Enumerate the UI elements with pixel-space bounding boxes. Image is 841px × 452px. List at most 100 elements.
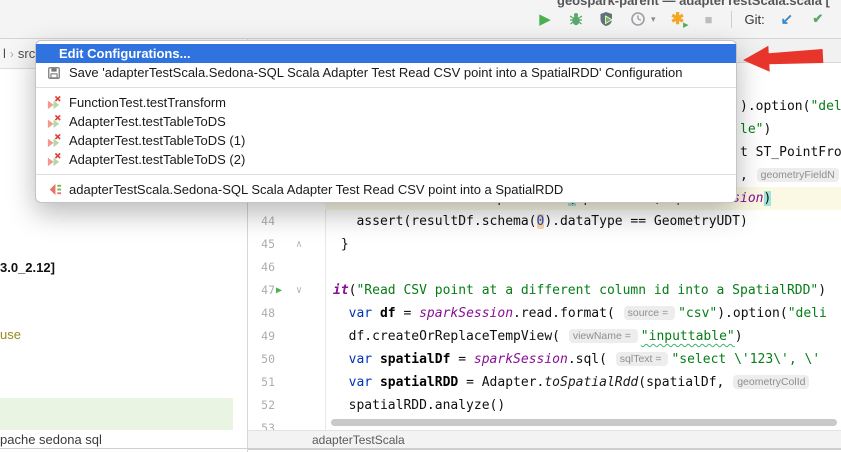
code-text: df.createOrReplaceTempView( viewName = "… [333,325,743,349]
editor-line[interactable]: 44assert(resultDf.schema(0).dataType == … [249,210,841,233]
editor-line[interactable]: 51 var spatialRDD = Adapter.toSpatialRdd(… [249,371,841,394]
editor-line[interactable]: 49 df.createOrReplaceTempView( viewName =… [249,325,841,348]
editor-line[interactable]: 47▶ ∨ it("Read CSV point at a different co… [249,279,841,302]
token-hint: source = [624,306,675,320]
debug-button[interactable] [567,10,585,28]
token-bold: spatialRDD [380,375,458,390]
clipped-code-fragment: t ST_PointFro [740,141,841,164]
menu-item[interactable]: Edit Configurations... [36,44,736,63]
token-plain: ).option( [717,306,787,321]
profiler-button[interactable] [629,10,647,28]
token-plain: .sql( [568,352,615,367]
token-plain: spatialRDD.analyze() [349,398,506,413]
fold-marker-icon[interactable]: ∨ [296,279,302,302]
run-test-gutter-icon[interactable]: ▶ [276,279,282,302]
menu-item[interactable]: AdapterTest.testTableToDS (2) [36,150,736,169]
code-text: } [333,233,349,256]
test-failed-icon [46,152,62,168]
menu-item[interactable]: AdapterTest.testTableToDS (1) [36,131,736,150]
clipped-code-fragment: le") [740,118,771,141]
token-brace: ) [764,191,772,206]
code-text: it("Read CSV point at a different column… [333,279,826,302]
horizontal-scrollbar[interactable] [331,419,837,426]
small-play-icon: ▶ [683,21,688,29]
package-name-fragment: pache sedona sql [0,432,102,447]
code-text: var df = sparkSession.read.format( sourc… [333,302,827,326]
project-version-fragment: 3.0_2.12] [0,260,55,275]
stop-button[interactable]: ■ [700,10,718,28]
clipped-code-fragment: , geometryFieldN [740,164,841,187]
token-strwavy: "inputtable" [641,329,735,344]
editor-line[interactable]: 48var df = sparkSession.read.format( sou… [249,302,841,325]
coverage-button[interactable] [598,10,616,28]
token-bold: spatialDf [380,352,450,367]
token-str: "select \'123\', \' [671,352,820,367]
menu-item[interactable]: FunctionTest.testTransform [36,93,736,112]
line-number: 46 [253,256,275,279]
ide-window: geospark-parent — adapterTestScala.scala… [0,0,841,452]
chevron-right-icon: › [6,47,18,61]
breadcrumb-part: src [18,46,35,61]
editor-line[interactable]: 46 [249,256,841,279]
menu-item[interactable]: adapterTestScala.Sedona-SQL Scala Adapte… [36,180,736,199]
editor-breadcrumb[interactable]: adapterTestScala [248,430,841,450]
profiler-clock-icon [630,11,646,27]
line-number: 49 [253,325,275,348]
toolbar-divider [731,11,732,28]
git-update-button[interactable]: ↙ [778,10,796,28]
token-method: toSpatialRdd [544,375,638,390]
test-failed-icon [46,133,62,149]
token-bold: df [380,306,396,321]
token-plain: , [740,168,756,183]
line-number: 45 [253,233,275,256]
token-kw: var [349,352,380,367]
token-plain: } [341,237,349,252]
editor-line[interactable]: 45 ∧} [249,233,841,256]
scalatest-icon [46,182,62,198]
token-plain: ) [735,329,743,344]
editor-line[interactable]: 52 spatialRDD.analyze() [249,394,841,417]
token-plain: ) [818,283,826,298]
token-hint: viewName = [569,329,638,343]
save-icon [46,65,62,81]
token-hint: sqlText = [616,352,669,366]
menu-item-label: AdapterTest.testTableToDS (1) [69,133,245,148]
line-number: 50 [253,348,275,371]
token-plain: = Adapter. [458,375,544,390]
profiler-dropdown-caret-icon[interactable]: ▾ [651,14,656,25]
token-plain: ).option( [740,99,810,114]
status-bar-divider [0,448,841,449]
menu-item[interactable]: AdapterTest.testTableToDS [36,112,736,131]
token-str: le" [740,122,763,137]
menu-item-label: FunctionTest.testTransform [69,95,226,110]
token-kw: var [349,306,380,321]
token-hint: geometryColId [733,375,809,389]
highlighted-block [0,398,233,430]
token-it: it [333,283,349,298]
token-plain: = [450,352,473,367]
token-kw: var [349,375,380,390]
coverage-shield-icon [599,11,615,27]
token-str: "deli [810,99,841,114]
annotation-arrow [738,38,830,79]
git-label: Git: [745,12,765,27]
token-field: sparkSession [474,352,568,367]
run-with-profiler-button[interactable]: ✱ ▶ [669,10,687,28]
run-button[interactable]: ▶ [536,10,554,28]
git-commit-button[interactable]: ✔ [809,10,827,28]
menu-item-label: Save 'adapterTestScala.Sedona-SQL Scala … [69,65,682,80]
fold-marker-icon[interactable]: ∧ [296,233,302,256]
line-number: 51 [253,371,275,394]
toolbar-buttons: ▶ ▾ ✱ [536,7,841,31]
line-number: 52 [253,394,275,417]
menu-item[interactable]: Save 'adapterTestScala.Sedona-SQL Scala … [36,63,736,82]
code-text: var spatialRDD = Adapter.toSpatialRdd(sp… [333,371,812,395]
text-fragment-use: use [0,327,21,342]
editor-line[interactable]: 50 var spatialDf = sparkSession.sql( sqlT… [249,348,841,371]
line-number: 47 [253,279,275,302]
token-plain: assert(resultDf.schema( [356,214,536,229]
breadcrumb[interactable]: l›src [3,46,35,61]
menu-separator [36,174,736,175]
token-str: "csv" [678,306,717,321]
line-number: 44 [253,210,275,233]
